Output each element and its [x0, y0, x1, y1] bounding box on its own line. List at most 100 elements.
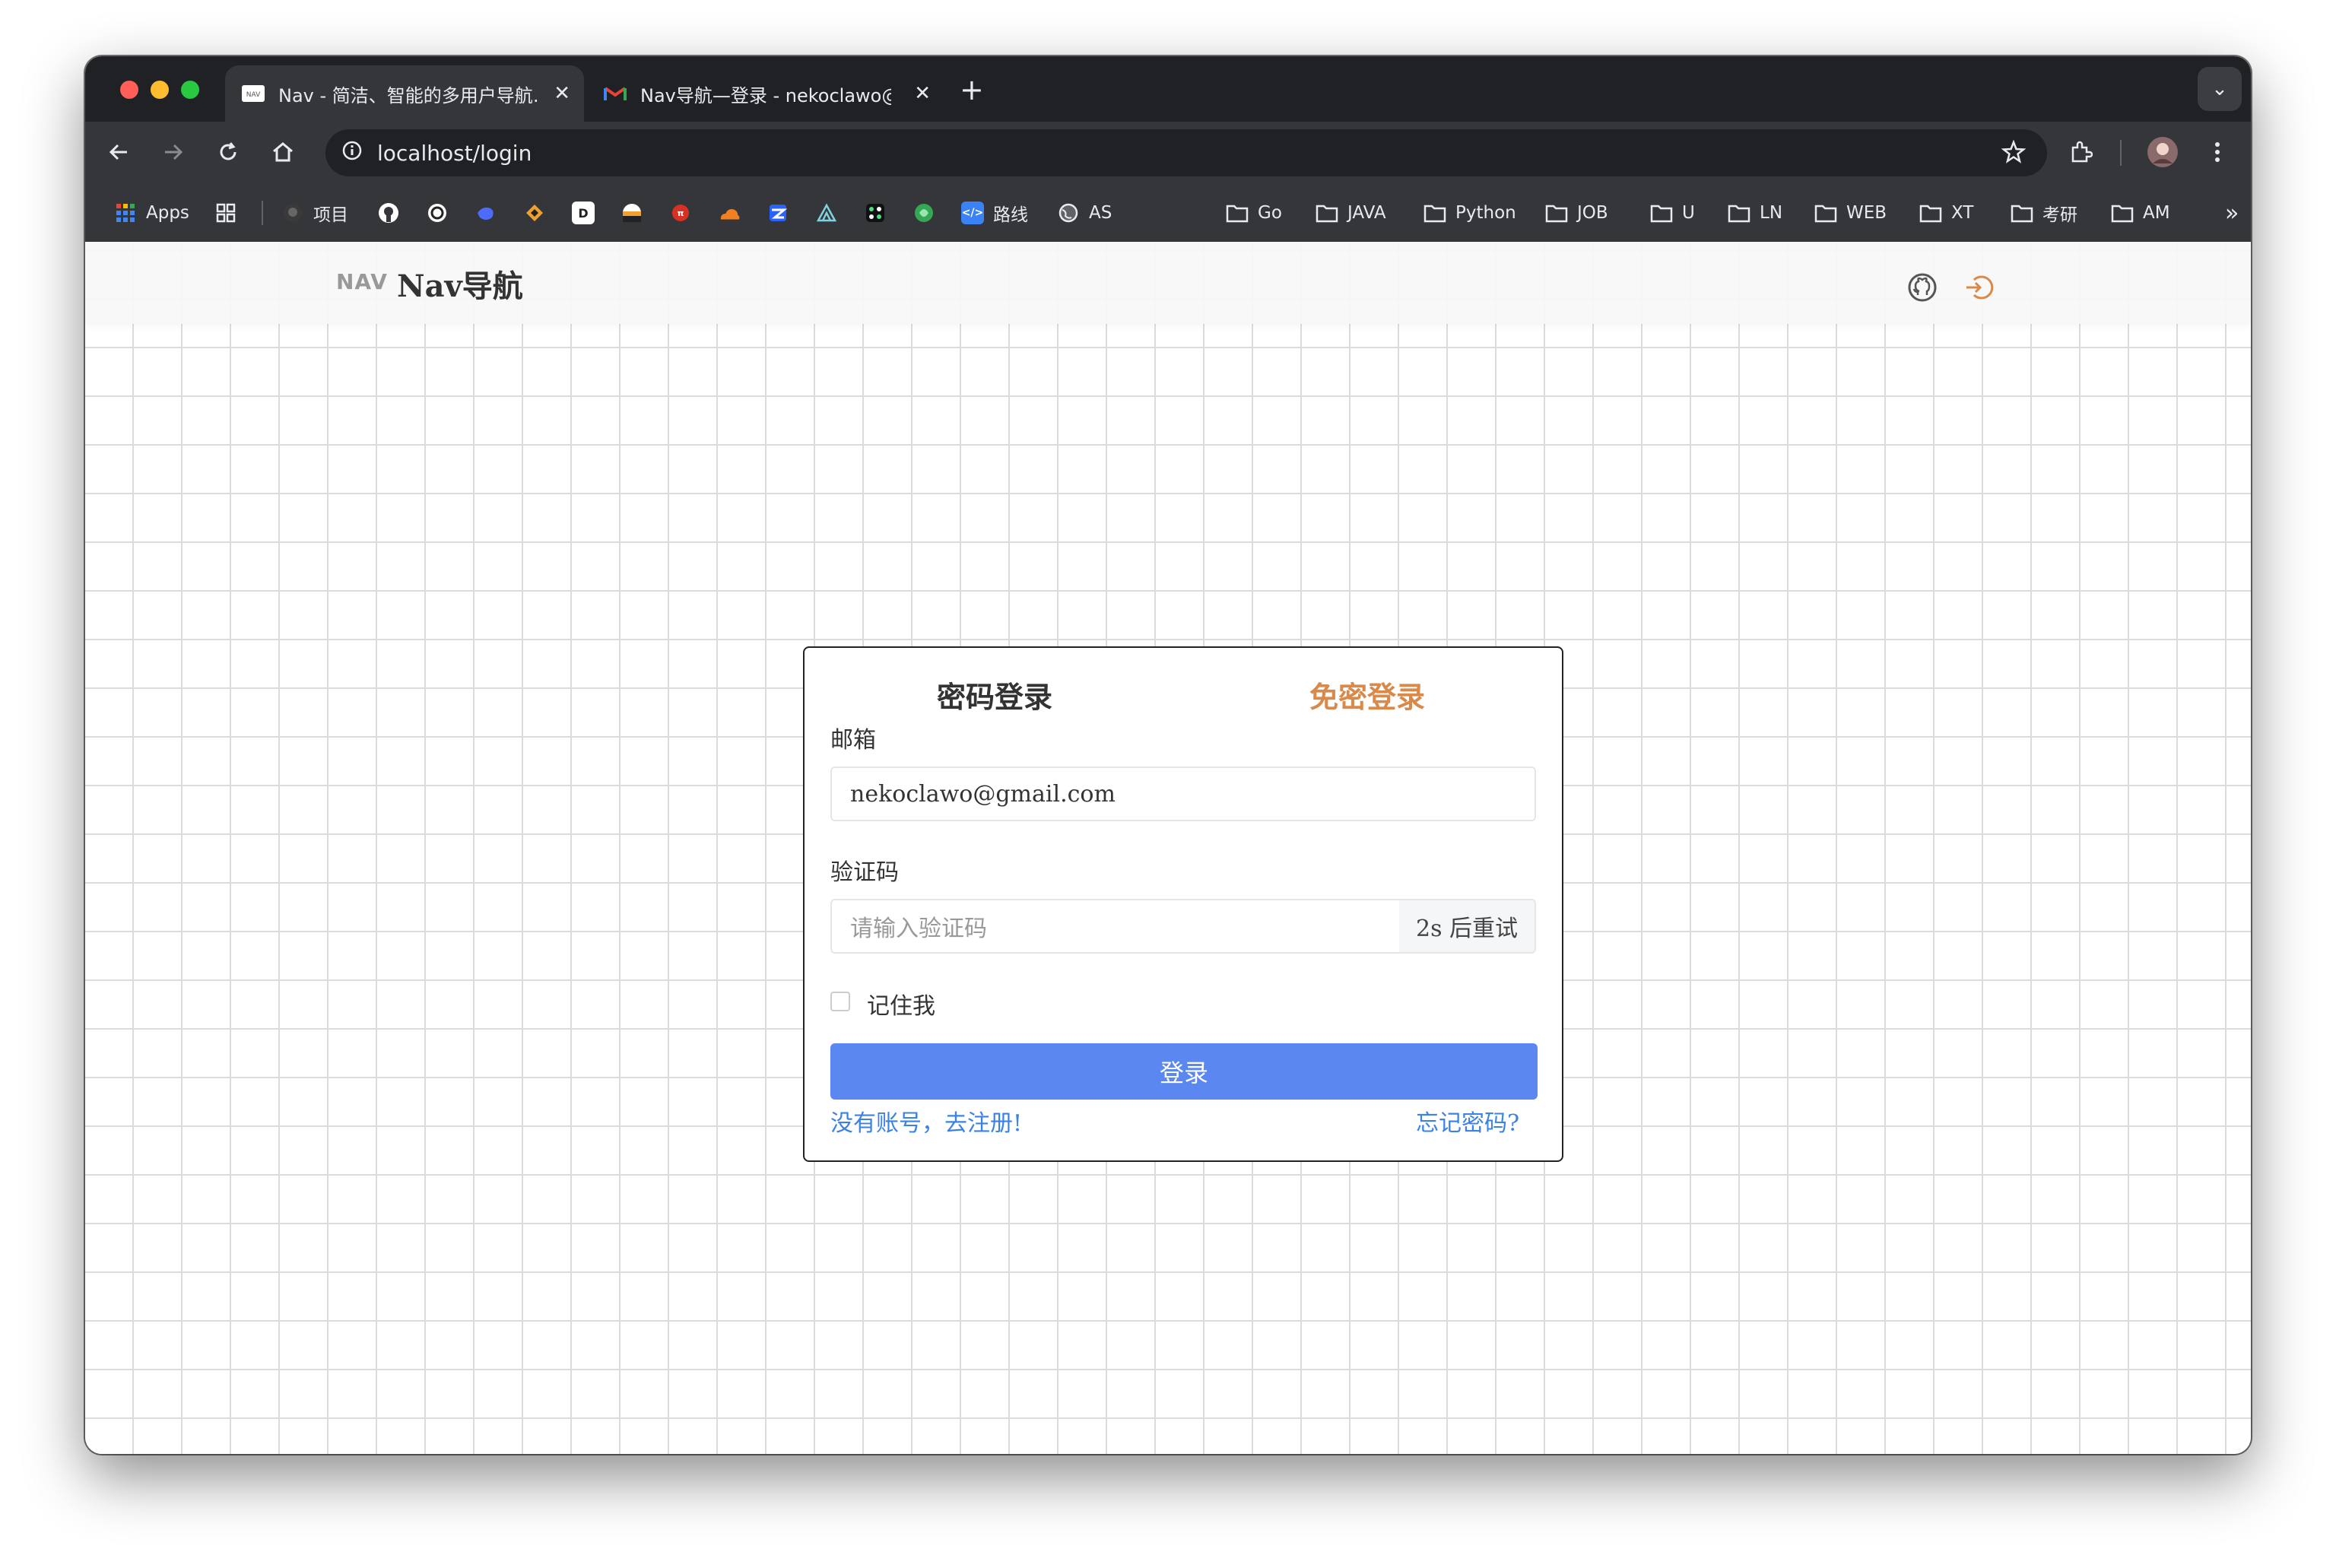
profile-avatar[interactable]: [2144, 134, 2181, 170]
close-tab-icon[interactable]: ✕: [554, 82, 570, 105]
remember-me-checkbox[interactable]: [830, 992, 850, 1011]
zoom-window-button[interactable]: [181, 81, 199, 99]
bookmark-site-8[interactable]: [912, 184, 944, 242]
remember-me-label[interactable]: 记住我: [867, 987, 935, 1020]
bookmark-folder[interactable]: JOB: [1545, 184, 1608, 242]
site-logo[interactable]: NAV: [336, 269, 388, 294]
page-content: NAV Nav导航 密码登录 免密登录 邮箱 nekoclawo@gmail.c…: [85, 242, 2251, 1454]
tab-title: Nav导航—登录 - nekoclawo@…: [640, 84, 891, 106]
verification-code-field[interactable]: 请输入验证码: [830, 899, 1401, 954]
bookmark-folder[interactable]: Python: [1424, 184, 1516, 242]
reload-icon: [220, 142, 236, 160]
tab-password-login[interactable]: 密码登录: [937, 674, 1052, 716]
tab-gmail[interactable]: Nav导航—登录 - nekoclawo@… ✕: [587, 65, 944, 122]
forgot-password-link[interactable]: 忘记密码?: [1416, 1104, 1519, 1138]
bookmark-as[interactable]: AS: [1057, 184, 1112, 242]
extensions-button[interactable]: [2062, 134, 2099, 170]
home-button[interactable]: [265, 134, 301, 170]
minimize-window-button[interactable]: [151, 81, 169, 99]
bookmark-folder[interactable]: Go: [1226, 184, 1282, 242]
bookmark-folder[interactable]: WEB: [1814, 184, 1887, 242]
bookmark-divider: [262, 201, 263, 225]
bookmark-label: U: [1682, 203, 1695, 223]
bookmark-site-3[interactable]: [620, 184, 652, 242]
browser-menu-button[interactable]: [2199, 134, 2236, 170]
tab-groups-icon: [214, 202, 237, 224]
bookmark-folder[interactable]: U: [1650, 184, 1695, 242]
new-tab-button[interactable]: +: [960, 73, 984, 106]
bookmarks-overflow-button[interactable]: »: [2225, 184, 2239, 242]
folder-icon: [1814, 202, 1837, 224]
forward-button[interactable]: [155, 134, 192, 170]
bookmark-icon: [912, 202, 935, 224]
bookmarks-bar: Apps 项目 D π </> 路线 AS Go JAVA Python JOB…: [85, 184, 2251, 242]
bookmark-github[interactable]: [377, 184, 409, 242]
bookmark-site-5[interactable]: [766, 184, 798, 242]
bookmark-label: Python: [1455, 203, 1516, 223]
openai-icon: [426, 202, 449, 224]
site-header: NAV Nav导航: [85, 242, 2251, 324]
bookmark-label: LN: [1760, 203, 1783, 223]
bookmark-folder[interactable]: 考研: [2011, 184, 2077, 242]
bookmark-folder[interactable]: LN: [1728, 184, 1782, 242]
github-icon: [281, 202, 304, 224]
bookmark-label: AS: [1089, 203, 1112, 223]
folder-icon: [1316, 202, 1338, 224]
bookmark-site-7[interactable]: [864, 184, 896, 242]
browser-toolbar: localhost/login: [85, 122, 2251, 184]
resend-code-button[interactable]: 2s 后重试: [1399, 899, 1536, 954]
deepseek-icon: [474, 202, 497, 224]
bookmark-site-2[interactable]: D: [572, 184, 604, 242]
back-button[interactable]: [100, 134, 137, 170]
bookmark-xiangmu[interactable]: 项目: [281, 184, 348, 242]
reload-button[interactable]: [210, 134, 246, 170]
bookmark-label: 项目: [313, 205, 348, 225]
bookmark-icon: [864, 202, 887, 224]
bookmark-site-6[interactable]: [815, 184, 847, 242]
folder-icon: [1545, 202, 1568, 224]
address-bar[interactable]: localhost/login: [325, 129, 2047, 176]
register-link[interactable]: 没有账号，去注册!: [830, 1104, 1022, 1138]
tab-nav[interactable]: NAV Nav - 简洁、智能的多用户导航… ✕: [225, 65, 584, 122]
email-value: nekoclawo@gmail.com: [850, 780, 1116, 808]
login-card: 密码登录 免密登录 邮箱 nekoclawo@gmail.com 验证码 请输入…: [803, 646, 1563, 1162]
email-field[interactable]: nekoclawo@gmail.com: [830, 767, 1536, 821]
bookmark-star-icon[interactable]: [2001, 139, 2027, 170]
bookmark-folder[interactable]: AM: [2111, 184, 2170, 242]
bookmark-label: JOB: [1577, 203, 1608, 223]
bookmark-label: Apps: [146, 203, 189, 223]
bookmark-label: 考研: [2042, 205, 2077, 225]
svg-text:NAV: NAV: [246, 91, 261, 99]
site-brand[interactable]: Nav导航: [397, 262, 523, 306]
bookmark-label: Go: [1258, 203, 1282, 223]
bookmark-luxian[interactable]: </> 路线: [961, 184, 1028, 242]
close-window-button[interactable]: [120, 81, 138, 99]
bookmark-icon: D: [572, 202, 595, 224]
url-text: localhost/login: [377, 140, 532, 166]
bookmark-icon: [815, 202, 838, 224]
login-icon[interactable]: [1963, 272, 1994, 306]
bookmark-cloudflare[interactable]: [718, 184, 750, 242]
bookmark-folder[interactable]: JAVA: [1316, 184, 1386, 242]
close-tab-icon[interactable]: ✕: [914, 82, 931, 105]
login-button[interactable]: 登录: [830, 1043, 1538, 1100]
bookmark-tab-groups[interactable]: [214, 184, 246, 242]
code-placeholder: 请输入验证码: [850, 916, 987, 942]
bookmark-apps[interactable]: Apps: [114, 184, 189, 242]
bookmark-site-4[interactable]: π: [669, 184, 701, 242]
avatar-icon: [2147, 137, 2178, 167]
email-label: 邮箱: [830, 727, 876, 754]
folder-icon: [1919, 202, 1942, 224]
bookmark-deepseek[interactable]: [474, 184, 506, 242]
bookmark-openai[interactable]: [426, 184, 458, 242]
chevron-down-icon: ⌄: [2211, 78, 2228, 100]
bookmark-folder[interactable]: XT: [1919, 184, 1973, 242]
nav-favicon-icon: NAV: [242, 84, 265, 103]
folder-icon: [1424, 202, 1446, 224]
tab-search-button[interactable]: ⌄: [2198, 67, 2242, 111]
bookmark-site-1[interactable]: [523, 184, 555, 242]
github-icon[interactable]: [1907, 272, 1938, 306]
site-info-icon[interactable]: [341, 139, 363, 167]
folder-icon: [1226, 202, 1249, 224]
tab-passwordless-login[interactable]: 免密登录: [1309, 674, 1425, 716]
